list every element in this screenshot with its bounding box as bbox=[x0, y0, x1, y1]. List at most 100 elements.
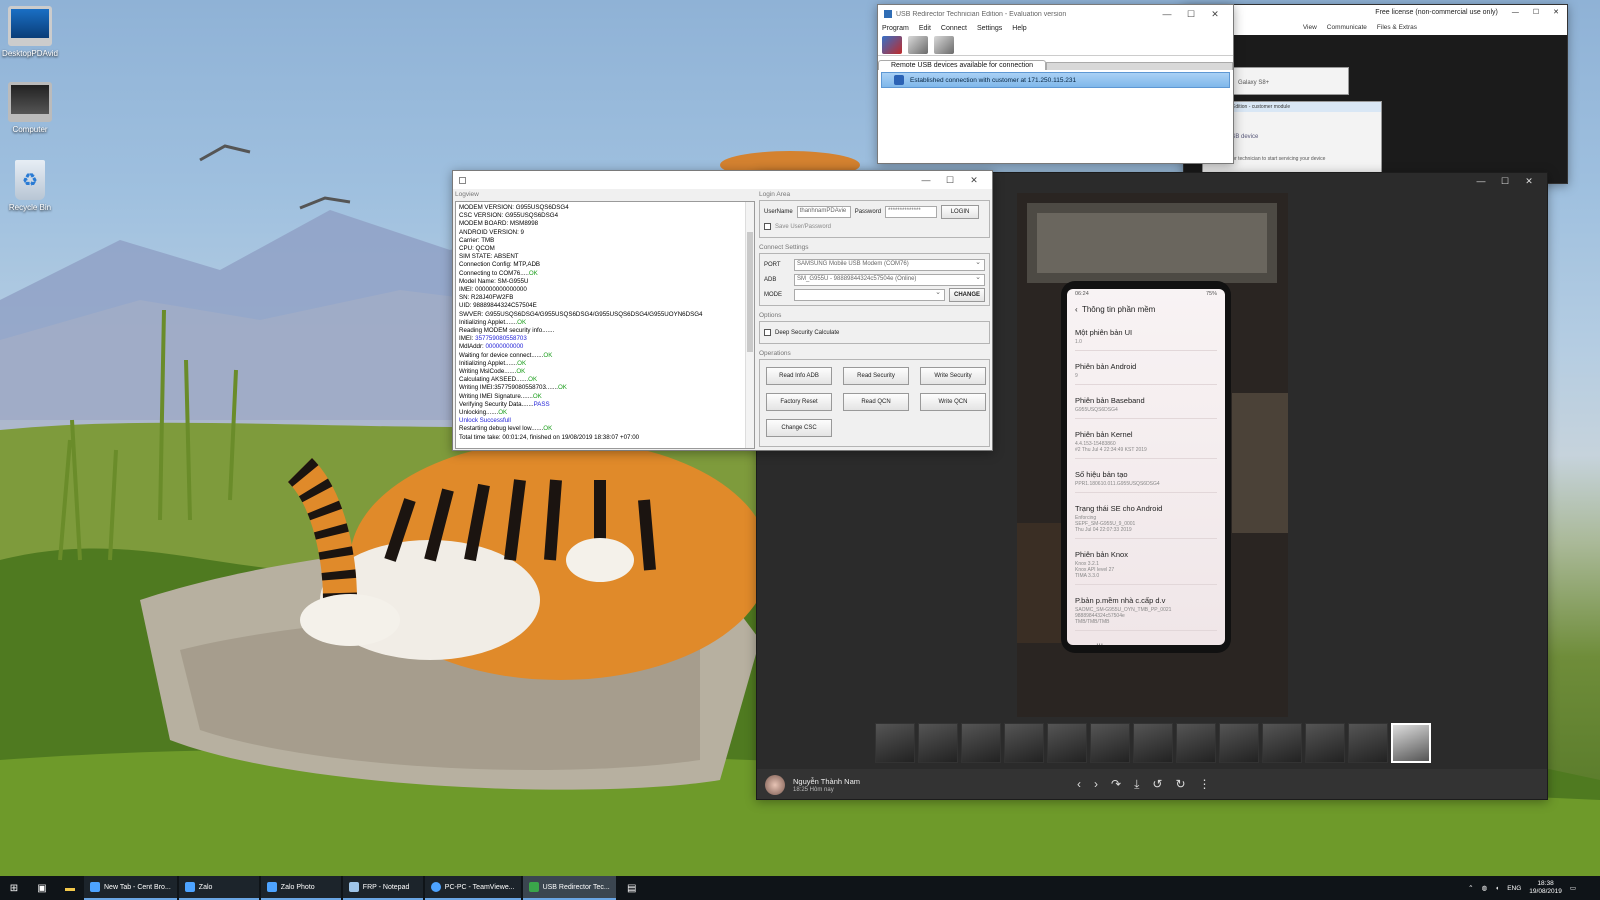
write-security-button[interactable]: Write Security bbox=[920, 367, 986, 385]
adb-select[interactable]: SM_G955U - 98889844324c57504e (Online) bbox=[794, 273, 985, 286]
connection-row[interactable]: Established connection with customer at … bbox=[881, 72, 1230, 88]
thumbnail[interactable] bbox=[961, 723, 1001, 763]
taskbar-item-zalo-photo[interactable]: Zalo Photo bbox=[260, 876, 341, 900]
password-field[interactable]: ************** bbox=[885, 205, 938, 218]
monitor-icon bbox=[8, 6, 52, 46]
more-icon[interactable]: ⋮ bbox=[1199, 777, 1211, 792]
log-line: Carrier: TMB bbox=[459, 236, 495, 244]
logview-label: Logview bbox=[455, 191, 479, 198]
username-field[interactable]: thanhnamPDAvie bbox=[796, 205, 851, 218]
menu-settings[interactable]: Settings bbox=[977, 25, 1002, 32]
previous-icon[interactable]: ‹ bbox=[1077, 777, 1081, 792]
minimize-button[interactable]: — bbox=[1512, 9, 1519, 16]
chevron-up-icon[interactable]: ⌃ bbox=[1468, 884, 1473, 892]
start-icon[interactable]: ⊞ bbox=[0, 883, 28, 894]
save-checkbox[interactable] bbox=[764, 223, 771, 230]
close-button[interactable]: ✕ bbox=[1553, 8, 1559, 16]
password-label: Password bbox=[854, 208, 882, 215]
read-security-button[interactable]: Read Security bbox=[843, 367, 909, 385]
thumbnail-selected[interactable] bbox=[1391, 723, 1431, 763]
taskbar-item-notepad[interactable]: FRP - Notepad bbox=[342, 876, 423, 900]
connect-settings-label: Connect Settings bbox=[759, 244, 809, 251]
log-scrollbar[interactable] bbox=[745, 202, 754, 448]
phone-statusbar: 06:24 75% bbox=[1075, 289, 1217, 297]
change-csc-button[interactable]: Change CSC bbox=[766, 419, 832, 437]
log-line: Calculating AKSEED.......OK bbox=[459, 376, 538, 384]
connect-icon[interactable] bbox=[882, 36, 902, 54]
thumbnail[interactable] bbox=[1305, 723, 1345, 763]
close-button[interactable]: ✕ bbox=[1517, 176, 1541, 187]
volume-icon[interactable]: ◖ bbox=[1495, 885, 1499, 892]
thumbnail[interactable] bbox=[1090, 723, 1130, 763]
communicate-menu[interactable]: Communicate bbox=[1327, 24, 1367, 31]
maximize-button[interactable]: ☐ bbox=[1533, 8, 1539, 16]
log-line: Connection Config: MTP,ADB bbox=[459, 261, 541, 269]
menu-edit[interactable]: Edit bbox=[919, 25, 931, 32]
taskbar-item-usb-redirector[interactable]: USB Redirector Tec... bbox=[522, 876, 616, 900]
minimize-button[interactable]: — bbox=[914, 175, 938, 186]
change-button[interactable]: CHANGE bbox=[949, 287, 985, 302]
plug-icon[interactable] bbox=[908, 36, 928, 54]
avatar[interactable] bbox=[765, 775, 785, 795]
connect-box: PORT SAMSUNG Mobile USB Modem (COM76) AD… bbox=[759, 253, 990, 306]
mode-label: MODE bbox=[764, 291, 782, 298]
thumbnail[interactable] bbox=[1348, 723, 1388, 763]
tab-remote-devices[interactable]: Remote USB devices available for connect… bbox=[878, 60, 1047, 70]
log-line: Verifying Security Data.......PASS bbox=[459, 400, 550, 408]
share-icon[interactable]: ↷ bbox=[1111, 777, 1121, 792]
network-icon[interactable]: ◍ bbox=[1482, 884, 1488, 892]
read-info-adb-button[interactable]: Read Info ADB bbox=[766, 367, 832, 385]
factory-reset-button[interactable]: Factory Reset bbox=[766, 393, 832, 411]
thumbnail[interactable] bbox=[1047, 723, 1087, 763]
system-tray: ⌃ ◍ ◖ ENG 18:38 19/08/2019 ▭ bbox=[1468, 880, 1600, 896]
thumbnail[interactable] bbox=[1219, 723, 1259, 763]
thumbnail[interactable] bbox=[1133, 723, 1173, 763]
rotate-right-icon[interactable]: ↻ bbox=[1175, 777, 1185, 792]
minimize-button[interactable]: — bbox=[1469, 176, 1493, 187]
taskbar-item-zalo[interactable]: Zalo bbox=[178, 876, 259, 900]
task-view-icon[interactable]: ▣ bbox=[28, 883, 56, 894]
maximize-button[interactable]: ☐ bbox=[1179, 9, 1203, 20]
menu-connect[interactable]: Connect bbox=[941, 25, 967, 32]
usb-tabs: Remote USB devices available for connect… bbox=[878, 58, 1233, 70]
read-qcn-button[interactable]: Read QCN bbox=[843, 393, 909, 411]
file-explorer-icon[interactable]: ▬ bbox=[56, 883, 84, 894]
unlock-tool-taskbar-icon[interactable]: ▤ bbox=[618, 883, 646, 894]
menu-program[interactable]: Program bbox=[882, 25, 909, 32]
port-select[interactable]: SAMSUNG Mobile USB Modem (COM76) bbox=[794, 258, 985, 271]
minimize-button[interactable]: — bbox=[1155, 9, 1179, 20]
thumbnail[interactable] bbox=[875, 723, 915, 763]
notifications-icon[interactable]: ▭ bbox=[1570, 884, 1576, 892]
phone-screen: 06:24 75% ‹ Thông tin phần mềm Một phiên… bbox=[1067, 289, 1225, 645]
phone-setting-row: P.bản p.mềm nhà c.cấp d.v SAOMC_SM-G955U_… bbox=[1075, 596, 1217, 631]
phone-setting-row: Số hiệu bản tạo PPR1.180610.011.G955USQS6… bbox=[1075, 470, 1217, 493]
unplug-icon[interactable] bbox=[934, 36, 954, 54]
close-button[interactable]: ✕ bbox=[962, 175, 986, 186]
thumbnail[interactable] bbox=[1004, 723, 1044, 763]
close-button[interactable]: ✕ bbox=[1203, 9, 1227, 20]
thumbnail[interactable] bbox=[918, 723, 958, 763]
login-button[interactable]: LOGIN bbox=[941, 204, 980, 219]
taskbar-item-browser[interactable]: New Tab - Cent Bro... bbox=[84, 876, 177, 900]
deep-security-checkbox[interactable] bbox=[764, 329, 771, 336]
clock[interactable]: 18:38 19/08/2019 bbox=[1529, 880, 1562, 896]
thumbnail[interactable] bbox=[1176, 723, 1216, 763]
mode-select[interactable] bbox=[794, 288, 945, 301]
desktop-icon-desktoppdavid[interactable]: DesktopPDAvid bbox=[0, 6, 60, 58]
phone-setting-row: Một phiên bản UI 1.0 bbox=[1075, 328, 1217, 351]
maximize-button[interactable]: ☐ bbox=[938, 175, 962, 186]
files-extras-menu[interactable]: Files & Extras bbox=[1377, 24, 1417, 31]
log-textbox[interactable]: MODEM VERSION: G955USQS6DSG4 CSC VERSION:… bbox=[455, 201, 755, 449]
language-indicator[interactable]: ENG bbox=[1507, 885, 1521, 892]
taskbar-item-teamviewer[interactable]: PC-PC - TeamViewe... bbox=[424, 876, 521, 900]
view-menu[interactable]: View bbox=[1303, 24, 1317, 31]
thumbnail[interactable] bbox=[1262, 723, 1302, 763]
maximize-button[interactable]: ☐ bbox=[1493, 176, 1517, 187]
write-qcn-button[interactable]: Write QCN bbox=[920, 393, 986, 411]
desktop-icon-computer[interactable]: Computer bbox=[0, 82, 60, 134]
download-icon[interactable]: ⤓ bbox=[1134, 777, 1139, 792]
rotate-left-icon[interactable]: ↺ bbox=[1152, 777, 1162, 792]
desktop-icon-recycle-bin[interactable]: ♻ Recycle Bin bbox=[0, 160, 60, 212]
menu-help[interactable]: Help bbox=[1012, 25, 1026, 32]
next-icon[interactable]: › bbox=[1094, 777, 1098, 792]
